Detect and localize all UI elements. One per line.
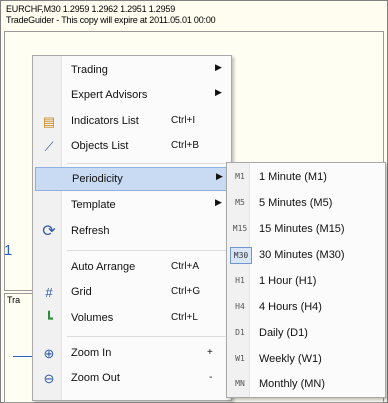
menu-item-shortcut: Ctrl+L (171, 312, 198, 323)
zoom-out-icon: ⊖ (43, 371, 55, 386)
menu-item-label: Refresh (71, 225, 110, 237)
menu-item-label: Expert Advisors (71, 89, 148, 101)
menu-item-objects-list[interactable]: ⟋ Objects List Ctrl+B (35, 135, 229, 159)
menu-item-shortcut: Ctrl+A (171, 261, 200, 272)
submenu-arrow-icon: ▶ (215, 87, 222, 97)
period-code-icon: H1 (235, 276, 245, 285)
period-item-d1[interactable]: D1 Daily (D1) (229, 322, 383, 346)
menu-item-grid[interactable]: # Grid Ctrl+G (35, 281, 229, 305)
menu-item-indicators-list[interactable]: ▤ Indicators List Ctrl+I (35, 110, 229, 134)
menu-item-zoom-in[interactable]: ⊕ Zoom In + (35, 342, 229, 366)
period-item-label: Daily (D1) (259, 327, 308, 339)
menu-item-trading[interactable]: Trading ▶ (35, 59, 229, 83)
menu-item-volumes[interactable]: ┗ Volumes Ctrl+L (35, 307, 229, 331)
price-fragment: 1 (4, 242, 13, 259)
zoom-in-icon: ⊕ (43, 346, 55, 361)
menu-item-shortcut: Ctrl+B (171, 140, 200, 151)
period-item-label: 5 Minutes (M5) (259, 197, 333, 209)
period-item-mn[interactable]: MN Monthly (MN) (229, 373, 383, 397)
period-code-icon: M30 (230, 247, 252, 264)
menu-item-label: Periodicity (72, 173, 123, 185)
period-item-m5[interactable]: M5 5 Minutes (M5) (229, 192, 383, 216)
menu-item-label: Indicators List (71, 115, 139, 127)
periodicity-submenu: M1 1 Minute (M1) M5 5 Minutes (M5) M15 1… (226, 162, 386, 398)
menu-item-shortcut: Ctrl+G (171, 286, 201, 297)
period-item-label: Monthly (MN) (259, 378, 326, 390)
menu-item-refresh[interactable]: ⟳ Refresh (35, 220, 229, 244)
period-item-label: 1 Hour (H1) (259, 275, 317, 287)
chart-context-menu: Trading ▶ Expert Advisors ▶ ▤ Indicators… (32, 55, 232, 401)
period-item-h1[interactable]: H1 1 Hour (H1) (229, 270, 383, 294)
refresh-icon: ⟳ (42, 223, 56, 240)
period-code-icon: M5 (235, 198, 245, 207)
menu-item-shortcut: + (207, 347, 213, 358)
objects-list-icon: ⟋ (44, 139, 54, 154)
menu-item-label: Objects List (71, 140, 129, 152)
subwindow-label: Tra (7, 295, 21, 305)
menu-separator (67, 250, 227, 251)
submenu-arrow-icon: ▶ (215, 197, 222, 207)
period-item-m30[interactable]: M30 30 Minutes (M30) (229, 244, 383, 268)
menu-item-template[interactable]: Template ▶ (35, 194, 229, 218)
grid-icon: # (45, 285, 53, 300)
period-code-icon: H4 (235, 302, 245, 311)
menu-item-zoom-out[interactable]: ⊖ Zoom Out - (35, 367, 229, 391)
menu-item-label: Grid (71, 286, 92, 298)
indicators-list-icon: ▤ (42, 114, 56, 129)
menu-separator (67, 163, 227, 164)
chart-header: EURCHF,M30 1.2959 1.2962 1.2951 1.2959 T… (6, 4, 216, 26)
period-item-label: 4 Hours (H4) (259, 301, 322, 313)
period-item-m15[interactable]: M15 15 Minutes (M15) (229, 218, 383, 242)
period-code-icon: M15 (232, 224, 248, 233)
period-item-label: 1 Minute (M1) (259, 171, 327, 183)
menu-item-shortcut: - (209, 372, 213, 383)
period-item-label: 15 Minutes (M15) (259, 223, 345, 235)
period-code-icon: MN (235, 379, 245, 388)
submenu-arrow-icon: ▶ (216, 171, 223, 181)
menu-item-label: Auto Arrange (71, 261, 136, 273)
chart-license-line: TradeGuider - This copy will expire at 2… (6, 15, 216, 25)
menu-item-label: Trading (71, 64, 108, 76)
submenu-arrow-icon: ▶ (215, 62, 222, 72)
period-code-icon: W1 (235, 354, 245, 363)
menu-item-periodicity[interactable]: Periodicity ▶ (35, 167, 229, 191)
menu-item-label: Zoom Out (71, 372, 120, 384)
menu-item-auto-arrange[interactable]: Auto Arrange Ctrl+A (35, 256, 229, 280)
menu-item-label: Zoom In (71, 347, 112, 359)
period-item-label: 30 Minutes (M30) (259, 249, 345, 261)
chart-symbol-line: EURCHF,M30 1.2959 1.2962 1.2951 1.2959 (6, 4, 176, 14)
menu-item-expert-advisors[interactable]: Expert Advisors ▶ (35, 84, 229, 108)
menu-item-shortcut: Ctrl+I (171, 115, 196, 126)
menu-separator (67, 336, 227, 337)
volumes-icon: ┗ (45, 311, 53, 326)
menu-item-label: Template (71, 199, 116, 211)
period-item-h4[interactable]: H4 4 Hours (H4) (229, 296, 383, 320)
period-code-icon: M1 (235, 172, 245, 181)
period-item-w1[interactable]: W1 Weekly (W1) (229, 348, 383, 372)
period-item-label: Weekly (W1) (259, 353, 322, 365)
period-code-icon: D1 (235, 328, 245, 337)
period-item-m1[interactable]: M1 1 Minute (M1) (229, 166, 383, 190)
menu-item-label: Volumes (71, 312, 114, 324)
